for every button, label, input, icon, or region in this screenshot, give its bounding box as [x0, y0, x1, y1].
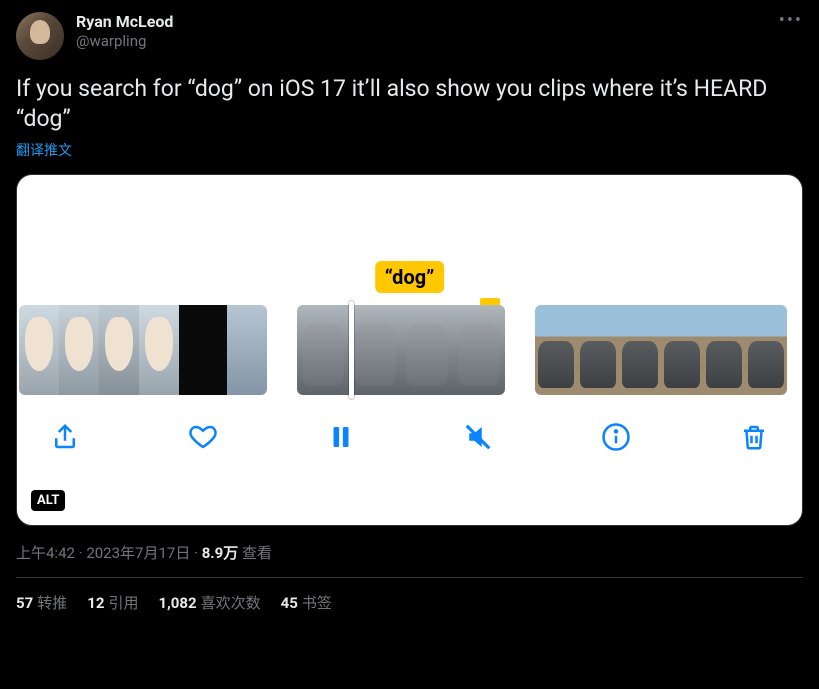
trash-icon — [739, 422, 769, 452]
author-names: Ryan McLeod @warpling — [76, 12, 173, 51]
tweet-date[interactable]: 2023年7月17日 — [86, 544, 190, 562]
video-filmstrip[interactable] — [17, 305, 802, 395]
clip-thumb — [59, 305, 99, 395]
avatar[interactable] — [16, 12, 64, 60]
tweet-time[interactable]: 上午4:42 — [16, 544, 75, 562]
clip-group-2-selected[interactable] — [297, 305, 505, 395]
views-count: 8.9万 — [202, 544, 239, 562]
tweet-header: Ryan McLeod @warpling ••• — [16, 12, 803, 60]
clip-thumb — [227, 305, 267, 395]
info-icon — [601, 422, 631, 452]
clip-thumb — [453, 305, 505, 395]
divider — [16, 577, 803, 578]
clip-group-3[interactable] — [535, 305, 787, 395]
mute-button[interactable] — [460, 419, 496, 455]
translate-link[interactable]: 翻译推文 — [16, 140, 72, 160]
clip-thumb — [661, 305, 703, 395]
views-label: 查看 — [242, 544, 272, 562]
alt-badge[interactable]: ALT — [31, 490, 65, 511]
clip-thumb — [745, 305, 787, 395]
handle[interactable]: @warpling — [76, 32, 173, 51]
clip-thumb — [577, 305, 619, 395]
clip-thumb — [619, 305, 661, 395]
clip-thumb — [139, 305, 179, 395]
clip-thumb — [349, 305, 401, 395]
media-attachment[interactable]: “dog” — [16, 174, 803, 526]
media-top-area: “dog” — [17, 175, 802, 305]
pause-icon — [326, 422, 356, 452]
engagement-stats: 57转推 12引用 1,082喜欢次数 45书签 — [16, 592, 803, 613]
display-name[interactable]: Ryan McLeod — [76, 12, 173, 32]
keyword-highlight-label: “dog” — [375, 261, 445, 293]
retweets-stat[interactable]: 57转推 — [16, 592, 67, 613]
tweet-container: Ryan McLeod @warpling ••• If you search … — [0, 0, 819, 625]
speaker-muted-icon — [463, 422, 493, 452]
clip-group-1[interactable] — [19, 305, 267, 395]
bookmarks-stat[interactable]: 45书签 — [281, 592, 332, 613]
clip-thumb — [19, 305, 59, 395]
more-options-button[interactable]: ••• — [779, 10, 803, 31]
share-icon — [50, 422, 80, 452]
pause-button[interactable] — [323, 419, 359, 455]
info-button[interactable] — [598, 419, 634, 455]
delete-button[interactable] — [736, 419, 772, 455]
clip-thumb — [703, 305, 745, 395]
clip-thumb — [179, 305, 227, 395]
clip-thumb — [99, 305, 139, 395]
likes-stat[interactable]: 1,082喜欢次数 — [158, 592, 260, 613]
share-button[interactable] — [47, 419, 83, 455]
media-controls — [17, 395, 802, 455]
clip-thumb — [297, 305, 349, 395]
clip-thumb — [401, 305, 453, 395]
quotes-stat[interactable]: 12引用 — [87, 592, 138, 613]
tweet-meta: 上午4:42 · 2023年7月17日 · 8.9万 查看 — [16, 542, 803, 563]
heart-icon — [188, 422, 218, 452]
like-button[interactable] — [185, 419, 221, 455]
playhead[interactable] — [349, 301, 354, 399]
clip-thumb — [535, 305, 577, 395]
tweet-text: If you search for “dog” on iOS 17 it’ll … — [16, 74, 803, 134]
